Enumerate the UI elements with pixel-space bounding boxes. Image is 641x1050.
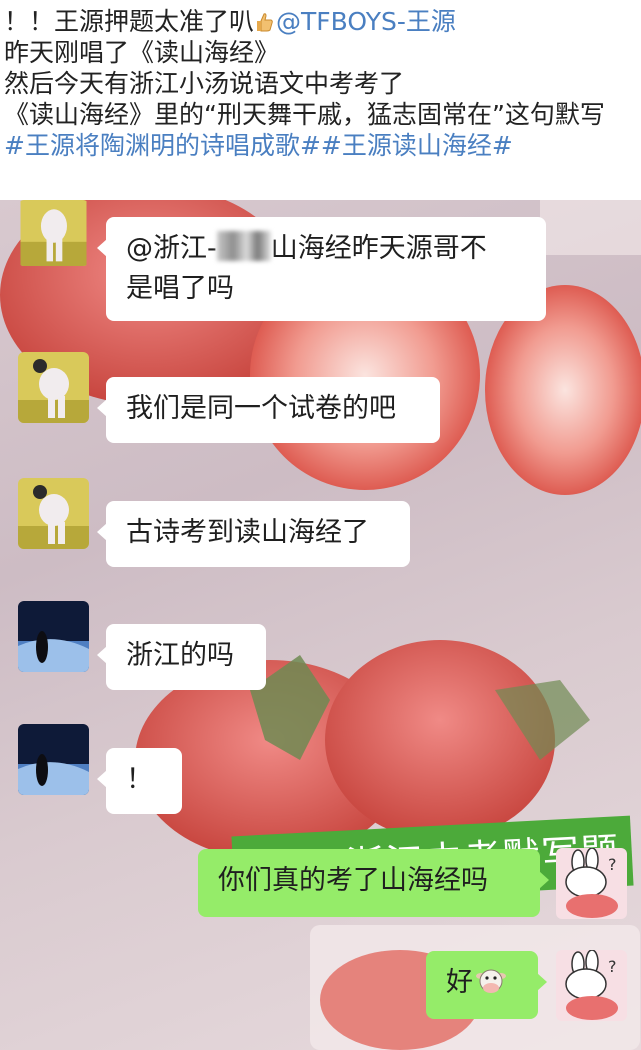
self-avatar[interactable]: ? <box>556 848 627 919</box>
redacted-name <box>216 231 271 261</box>
post-caption: ！！王源押题太准了叭 @TFBOYS-王源 昨天刚唱了《读山海经》 然后今天有浙江… <box>0 0 641 200</box>
message-bubble[interactable]: 古诗考到读山海经了 <box>97 501 410 567</box>
caption-line-5: #王源将陶渊明的诗唱成歌##王源读山海经# <box>4 130 641 161</box>
thumbs-up-icon <box>257 13 273 32</box>
svg-text:?: ? <box>608 855 617 874</box>
contact-avatar[interactable] <box>18 724 89 795</box>
contact-avatar[interactable] <box>18 478 89 549</box>
rabbit-avatar-icon: ? <box>556 950 627 1021</box>
silhouette-avatar-icon <box>18 724 89 795</box>
person-avatar-icon <box>20 200 87 266</box>
silhouette-avatar-icon <box>18 601 89 672</box>
message-bubble[interactable]: @浙江- 山海经昨天源哥不 是唱了吗 <box>97 217 546 321</box>
hashtag-link[interactable]: #王源读山海经# <box>321 131 513 160</box>
mention-link[interactable]: @TFBOYS-王源 <box>276 7 456 36</box>
self-avatar[interactable]: ? <box>556 950 627 1021</box>
contact-avatar[interactable] <box>18 352 89 423</box>
svg-text:?: ? <box>608 957 617 976</box>
message-bubble[interactable]: ！ <box>97 748 182 814</box>
caption-line-2: 昨天刚唱了《读山海经》 <box>4 38 280 67</box>
chat-screenshot: @浙江- 山海经昨天源哥不 是唱了吗 我们是同一个试卷的吧 古诗考到读山海经了 浙江… <box>0 200 641 1050</box>
person-avatar-icon <box>18 478 89 549</box>
rabbit-avatar-icon: ? <box>556 848 627 919</box>
contact-avatar[interactable] <box>18 601 89 672</box>
person-avatar-icon <box>18 352 89 423</box>
message-bubble[interactable]: 我们是同一个试卷的吧 <box>97 377 440 443</box>
message-bubble[interactable]: 浙江的吗 <box>97 624 266 690</box>
message-bubble-outgoing[interactable]: 你们真的考了山海经吗 <box>198 849 549 917</box>
caption-line-3: 然后今天有浙江小汤说语文中考考了 <box>4 69 405 98</box>
contact-avatar[interactable] <box>18 200 89 266</box>
caption-line-1: ！！王源押题太准了叭 @TFBOYS-王源 <box>4 6 641 37</box>
caption-line-4: 《读山海经》里的“刑天舞干戚，猛志固常在”这句默写 <box>4 100 605 129</box>
caption-text: ！！王源押题太准了叭 <box>4 7 255 36</box>
strawberry-background <box>0 200 641 1050</box>
cow-face-icon <box>476 969 506 993</box>
hashtag-link[interactable]: #王源将陶渊明的诗唱成歌# <box>4 131 321 160</box>
message-bubble-outgoing[interactable]: 好 <box>426 951 547 1019</box>
